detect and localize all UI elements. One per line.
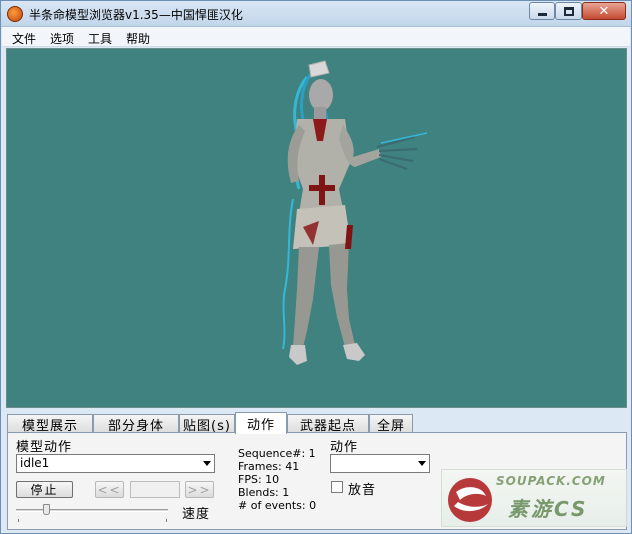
tab-bar: 模型展示 部分身体 贴图(s) 动作 武器起点 全屏 xyxy=(7,412,627,434)
next-frame-button[interactable]: >> xyxy=(185,481,214,498)
title-bar[interactable]: 半条命模型浏览器v1.35—中国悍匪汉化 ✕ xyxy=(1,1,631,27)
stat-fps: FPS: 10 xyxy=(238,473,280,486)
sequence-select[interactable]: idle1 xyxy=(16,454,215,473)
play-sound-label: 放音 xyxy=(348,483,377,498)
chevron-down-icon xyxy=(203,461,211,466)
watermark-brand: 素游CS xyxy=(508,497,589,521)
tab-weapon-origin[interactable]: 武器起点 xyxy=(287,414,369,434)
play-sound-checkbox[interactable] xyxy=(331,481,343,493)
events-label: 动作 xyxy=(330,440,359,455)
speed-slider-track[interactable] xyxy=(16,509,168,512)
close-icon: ✕ xyxy=(598,3,610,19)
maximize-icon xyxy=(563,6,574,16)
tab-sequences[interactable]: 动作 xyxy=(235,412,287,434)
minimize-icon xyxy=(537,12,547,16)
slider-tick xyxy=(18,519,19,522)
site-watermark: SOUPACK.COM 素游CS xyxy=(441,469,627,527)
menu-tools[interactable]: 工具 xyxy=(88,30,112,47)
stat-sequence: Sequence#: 1 xyxy=(238,447,316,460)
tab-body-parts[interactable]: 部分身体 xyxy=(93,414,179,434)
stat-events: # of events: 0 xyxy=(238,499,317,512)
tab-textures[interactable]: 贴图(s) xyxy=(179,414,235,434)
model-figure xyxy=(282,60,428,365)
character-model xyxy=(282,60,428,365)
window-title: 半条命模型浏览器v1.35—中国悍匪汉化 xyxy=(29,8,243,22)
frame-input[interactable] xyxy=(130,481,180,498)
stat-blends: Blends: 1 xyxy=(238,486,290,499)
watermark-domain: SOUPACK.COM xyxy=(496,474,606,488)
app-window: 半条命模型浏览器v1.35—中国悍匪汉化 ✕ 文件 选项 工具 帮助 模型展示 … xyxy=(0,0,632,534)
stat-frames: Frames: 41 xyxy=(238,460,300,473)
events-select[interactable] xyxy=(330,454,430,473)
menu-bar: 文件 选项 工具 帮助 xyxy=(2,27,630,47)
sequence-select-value: idle1 xyxy=(20,456,50,470)
tab-model-display[interactable]: 模型展示 xyxy=(7,414,93,434)
speed-label: 速度 xyxy=(182,507,211,522)
sequence-label: 模型动作 xyxy=(16,440,73,455)
menu-file[interactable]: 文件 xyxy=(12,30,36,47)
app-icon xyxy=(7,6,23,22)
chevron-down-icon xyxy=(418,461,426,466)
watermark-logo-icon xyxy=(448,478,492,522)
prev-frame-button[interactable]: << xyxy=(95,481,124,498)
model-viewport[interactable] xyxy=(6,48,627,408)
slider-tick xyxy=(166,519,167,522)
menu-options[interactable]: 选项 xyxy=(50,30,74,47)
stop-button[interactable]: 停止 xyxy=(16,481,73,498)
menu-help[interactable]: 帮助 xyxy=(126,30,150,47)
maximize-button[interactable] xyxy=(555,2,582,20)
minimize-button[interactable] xyxy=(529,2,555,20)
speed-slider-thumb[interactable] xyxy=(43,504,51,515)
tab-fullscreen[interactable]: 全屏 xyxy=(369,414,413,434)
close-button[interactable]: ✕ xyxy=(582,2,626,20)
